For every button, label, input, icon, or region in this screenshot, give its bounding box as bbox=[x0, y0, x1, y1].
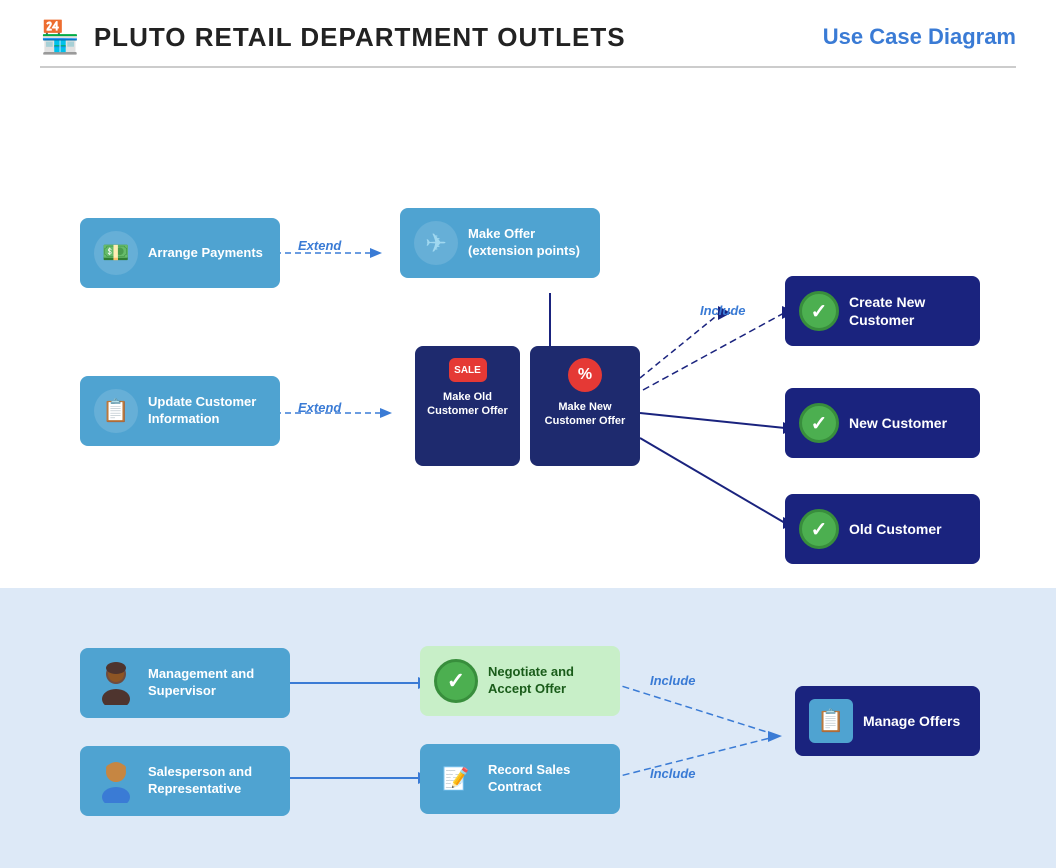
create-new-customer-box: ✓ Create New Customer bbox=[785, 276, 980, 346]
extend-label-1: Extend bbox=[298, 238, 341, 253]
manage-offers-label: Manage Offers bbox=[863, 712, 960, 730]
management-person-icon bbox=[94, 661, 138, 705]
new-offer-label: Make New Customer Offer bbox=[540, 400, 630, 429]
diagram-type-label: Use Case Diagram bbox=[823, 24, 1016, 50]
new-customer-check: ✓ bbox=[799, 403, 839, 443]
include-label-bottom-1: Include bbox=[650, 673, 696, 688]
record-sales-icon: 📝 bbox=[434, 757, 478, 801]
bottom-section: Management and Supervisor Salesperson an… bbox=[0, 588, 1056, 868]
top-section: 💵 Arrange Payments Extend ✈ Make Offer (… bbox=[0, 68, 1056, 588]
new-customer-box: ✓ New Customer bbox=[785, 388, 980, 458]
manage-offers-box: 📋 Manage Offers bbox=[795, 686, 980, 756]
manage-offers-icon: 📋 bbox=[809, 699, 853, 743]
record-sales-box: 📝 Record Sales Contract bbox=[420, 744, 620, 814]
old-customer-box: ✓ Old Customer bbox=[785, 494, 980, 564]
old-customer-check: ✓ bbox=[799, 509, 839, 549]
arrange-payments-box: 💵 Arrange Payments bbox=[80, 218, 280, 288]
make-offer-label: Make Offer (extension points) bbox=[468, 226, 586, 260]
negotiate-check-icon: ✓ bbox=[434, 659, 478, 703]
update-customer-box: 📋 Update Customer Information bbox=[80, 376, 280, 446]
negotiate-box: ✓ Negotiate and Accept Offer bbox=[420, 646, 620, 716]
bottom-diagram-layout: Management and Supervisor Salesperson an… bbox=[40, 618, 1016, 838]
old-offer-box: SALE Make Old Customer Offer bbox=[415, 346, 520, 466]
create-customer-check: ✓ bbox=[799, 291, 839, 331]
sale-badge: SALE bbox=[449, 358, 487, 382]
top-diagram-layout: 💵 Arrange Payments Extend ✈ Make Offer (… bbox=[40, 98, 1016, 558]
page-title: PLUTO RETAIL DEPARTMENT OUTLETS bbox=[94, 22, 626, 53]
make-offer-box: ✈ Make Offer (extension points) bbox=[400, 208, 600, 278]
salesperson-label: Salesperson and Representative bbox=[148, 764, 276, 798]
page-header: 🏪 PLUTO RETAIL DEPARTMENT OUTLETS Use Ca… bbox=[0, 0, 1056, 66]
extend-label-2: Extend bbox=[298, 400, 341, 415]
record-sales-label: Record Sales Contract bbox=[488, 762, 606, 796]
arrange-payments-label: Arrange Payments bbox=[148, 245, 263, 262]
header-left: 🏪 PLUTO RETAIL DEPARTMENT OUTLETS bbox=[40, 18, 626, 56]
percent-badge: % bbox=[568, 358, 602, 392]
update-customer-label: Update Customer Information bbox=[148, 394, 266, 428]
salesperson-person-icon bbox=[94, 759, 138, 803]
management-label: Management and Supervisor bbox=[148, 666, 276, 700]
negotiate-label: Negotiate and Accept Offer bbox=[488, 664, 606, 698]
plane-icon: ✈ bbox=[414, 221, 458, 265]
management-box: Management and Supervisor bbox=[80, 648, 290, 718]
new-customer-label: New Customer bbox=[849, 414, 947, 432]
include-label-top: Include bbox=[700, 303, 746, 318]
salesperson-box: Salesperson and Representative bbox=[80, 746, 290, 816]
store-icon: 🏪 bbox=[40, 18, 80, 56]
new-offer-box: % Make New Customer Offer bbox=[530, 346, 640, 466]
update-customer-icon: 📋 bbox=[94, 389, 138, 433]
old-offer-label: Make Old Customer Offer bbox=[425, 390, 510, 419]
old-customer-label: Old Customer bbox=[849, 520, 942, 538]
create-new-customer-label: Create New Customer bbox=[849, 293, 966, 329]
include-label-bottom-2: Include bbox=[650, 766, 696, 781]
arrange-payments-icon: 💵 bbox=[94, 231, 138, 275]
